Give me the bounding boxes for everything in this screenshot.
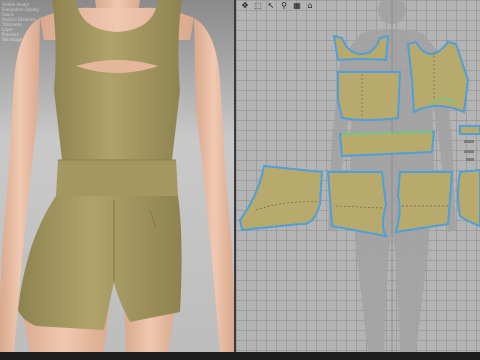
- avatar-right-arm: [194, 18, 234, 352]
- status-strip: [0, 352, 480, 360]
- trace-icon[interactable]: ⌂: [305, 1, 315, 11]
- transform-pattern-icon[interactable]: ✥: [240, 1, 250, 11]
- 2d-toolbar: ✥ ⬚ ↖ ⚲ ▦ ⌂: [240, 1, 315, 11]
- viewport-info-overlay: Visible Avatar Simulation Quality Fabric…: [2, 2, 39, 42]
- edit-point-icon[interactable]: ↖: [266, 1, 276, 11]
- pattern-piece-shorts-side-left[interactable]: [238, 164, 324, 232]
- 3d-viewport[interactable]: Visible Avatar Simulation Quality Fabric…: [0, 0, 234, 352]
- overlay-line: Shrinkage: [2, 37, 23, 42]
- pattern-piece-front-bodice[interactable]: [337, 71, 402, 121]
- garment-shorts: [18, 196, 182, 330]
- pattern-piece-shorts-front-right[interactable]: [394, 171, 454, 234]
- garment-waistband: [56, 160, 178, 196]
- avatar-garment-scene: [0, 0, 234, 352]
- pattern-piece-waistband[interactable]: [338, 130, 436, 158]
- pattern-piece-small-tab-1[interactable]: [459, 125, 480, 135]
- pattern-piece-back-bodice[interactable]: [406, 40, 470, 114]
- 2d-pattern-window[interactable]: ✥ ⬚ ↖ ⚲ ▦ ⌂: [236, 0, 480, 352]
- sewing-icon[interactable]: ⚲: [279, 1, 289, 11]
- pattern-canvas: [238, 0, 480, 352]
- pattern-piece-shorts-front-left[interactable]: [326, 171, 389, 238]
- pattern-outline-icon[interactable]: ⬚: [253, 1, 263, 11]
- grid-icon[interactable]: ▦: [292, 1, 302, 11]
- notch-marks: [464, 140, 474, 161]
- pattern-piece-shorts-side-right[interactable]: [457, 168, 480, 228]
